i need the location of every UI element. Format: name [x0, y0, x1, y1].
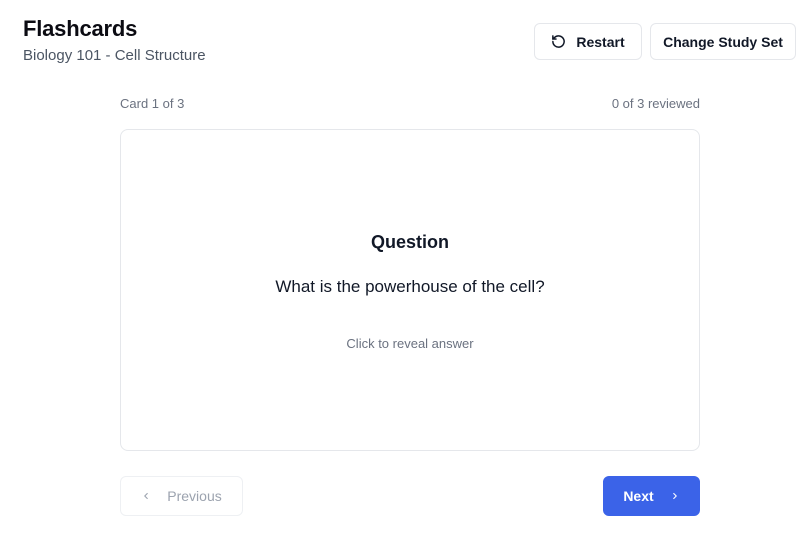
previous-button[interactable]: Previous — [120, 476, 243, 516]
reveal-hint: Click to reveal answer — [346, 336, 474, 351]
change-study-set-label: Change Study Set — [663, 33, 783, 50]
next-button[interactable]: Next — [603, 476, 700, 516]
flashcards-page: Flashcards Biology 101 - Cell Structure … — [0, 0, 806, 542]
previous-label: Previous — [167, 488, 222, 504]
restart-label: Restart — [576, 33, 625, 50]
rotate-ccw-icon — [551, 34, 566, 49]
flashcard[interactable]: Question What is the powerhouse of the c… — [120, 129, 700, 451]
card-position: Card 1 of 3 — [120, 96, 185, 111]
card-heading: Question — [370, 232, 449, 252]
next-label: Next — [623, 488, 654, 504]
card-question: What is the powerhouse of the cell? — [275, 277, 545, 296]
restart-button[interactable]: Restart — [534, 23, 642, 60]
study-set-name: Biology 101 - Cell Structure — [23, 47, 206, 64]
chevron-right-icon — [670, 491, 680, 501]
reviewed-count: 0 of 3 reviewed — [611, 96, 700, 111]
page-title: Flashcards — [23, 16, 138, 41]
chevron-left-icon — [141, 491, 151, 501]
change-study-set-button[interactable]: Change Study Set — [650, 23, 796, 60]
